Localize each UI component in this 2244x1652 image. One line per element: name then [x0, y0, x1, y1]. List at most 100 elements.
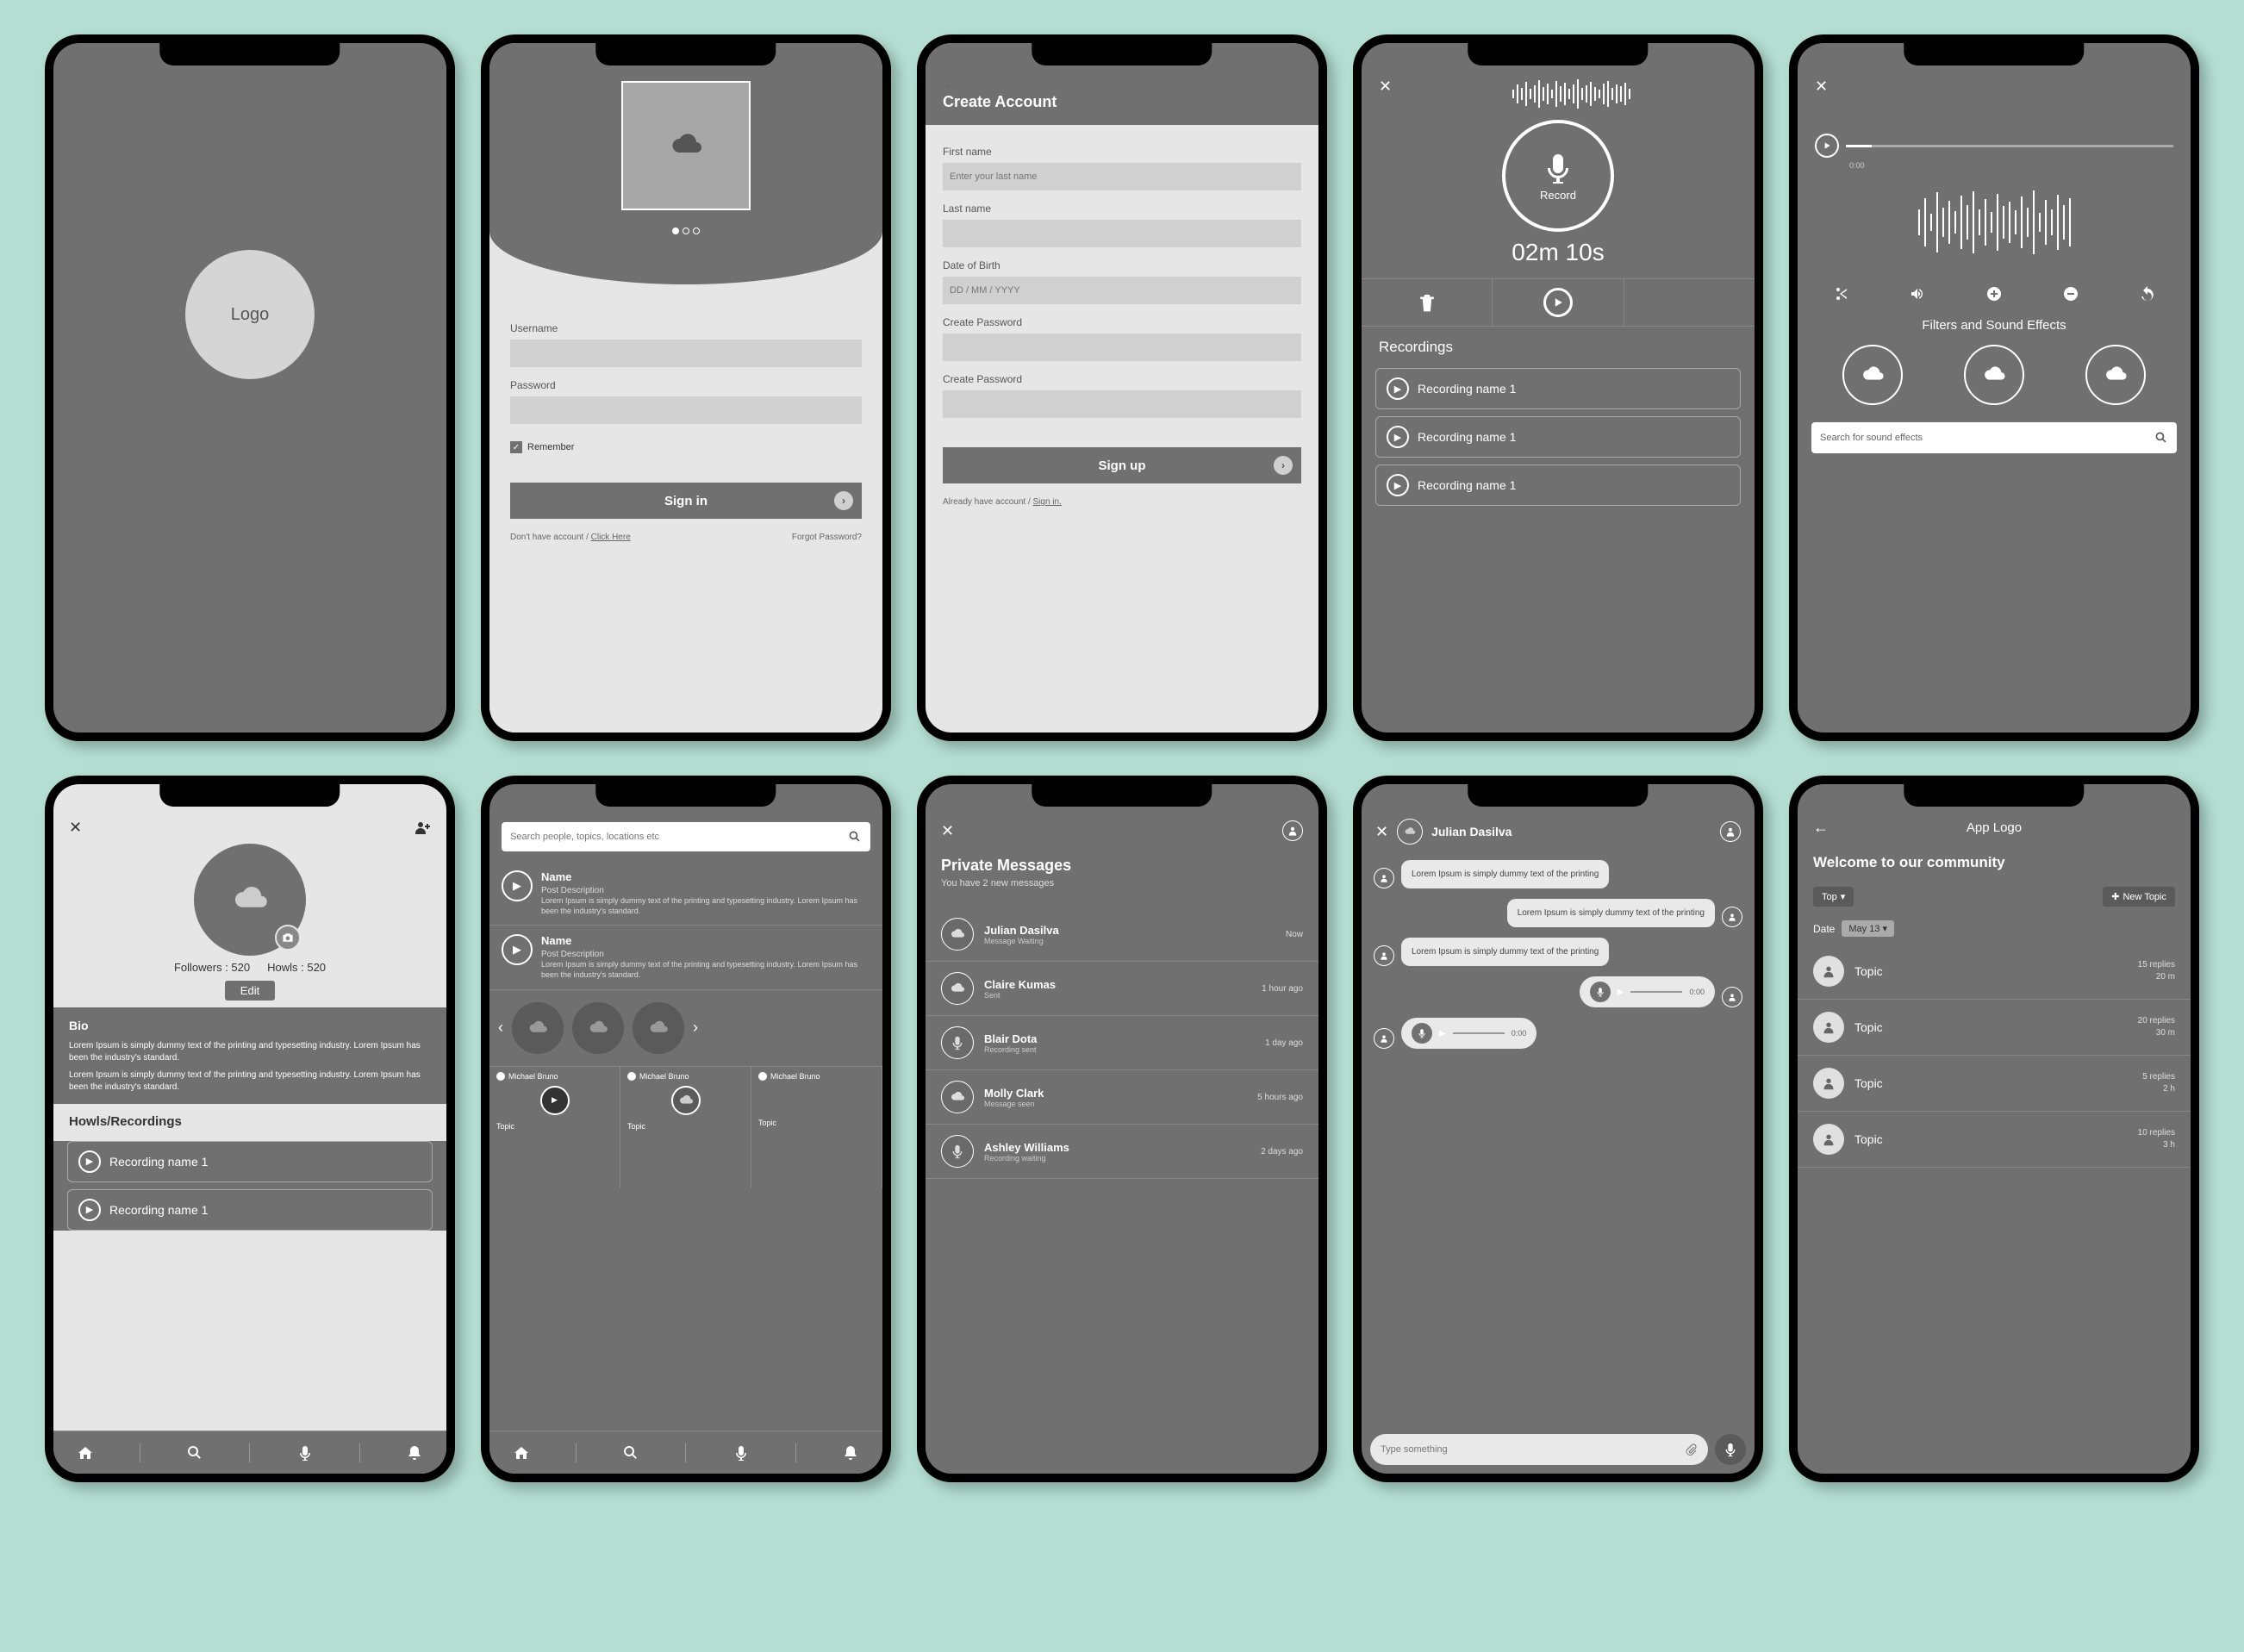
- nav-record[interactable]: [296, 1444, 314, 1462]
- add-user-button[interactable]: [414, 819, 431, 837]
- mini-card[interactable]: Michael Bruno Topic: [620, 1067, 751, 1188]
- message-bubble: Lorem Ipsum is simply dummy text of the …: [1401, 860, 1609, 888]
- nav-home[interactable]: [77, 1444, 94, 1462]
- profile-avatar[interactable]: [194, 844, 306, 956]
- add-button[interactable]: [1985, 285, 2003, 302]
- mini-card[interactable]: Michael Bruno Topic: [751, 1067, 882, 1188]
- scroll-left[interactable]: ‹: [498, 1019, 503, 1037]
- nav-home[interactable]: [513, 1444, 530, 1462]
- nav-notifications[interactable]: [406, 1444, 423, 1462]
- message-item[interactable]: Julian DasilvaMessage WaitingNow: [926, 907, 1318, 962]
- effects-search[interactable]: Search for sound effects: [1811, 422, 2177, 453]
- voice-message[interactable]: ▶ 0:00: [1401, 1018, 1537, 1049]
- scissors-icon: [1832, 285, 1849, 302]
- close-button[interactable]: ✕: [1815, 78, 2173, 96]
- firstname-input[interactable]: [943, 163, 1301, 190]
- topic-item[interactable]: Topic5 replies2 h: [1798, 1056, 2191, 1112]
- pw1-input[interactable]: [943, 334, 1301, 361]
- recording-item[interactable]: ▶Recording name 1: [1375, 464, 1741, 506]
- edit-profile-button[interactable]: Edit: [225, 981, 275, 1001]
- chat-name: Julian Dasilva: [1431, 825, 1512, 838]
- progress-bar[interactable]: [1798, 134, 2191, 158]
- delete-button[interactable]: [1362, 279, 1493, 326]
- nav-record[interactable]: [732, 1444, 750, 1462]
- back-button[interactable]: ←: [1813, 819, 1829, 837]
- password-input[interactable]: [510, 396, 862, 424]
- recording-name: Recording name 1: [109, 1203, 208, 1217]
- cloud-icon: [950, 981, 965, 996]
- message-name: Ashley Williams: [984, 1141, 1250, 1154]
- lastname-input[interactable]: [943, 220, 1301, 247]
- post-item[interactable]: ▶ NamePost DescriptionLorem Ipsum is sim…: [489, 862, 882, 926]
- profile-button[interactable]: [1720, 821, 1741, 842]
- undo-button[interactable]: [2139, 285, 2156, 302]
- waveform-editor[interactable]: [1815, 184, 2173, 261]
- dob-input[interactable]: [943, 277, 1301, 304]
- effect-option[interactable]: [2085, 345, 2146, 405]
- nav-search[interactable]: [186, 1444, 203, 1462]
- sort-dropdown[interactable]: Top ▾: [1813, 887, 1854, 907]
- topic-item[interactable]: Topic10 replies3 h: [1798, 1112, 2191, 1168]
- close-button[interactable]: ✕: [69, 819, 82, 837]
- mic-icon: [1541, 151, 1575, 185]
- search-icon: [186, 1444, 203, 1462]
- recording-item[interactable]: ▶Recording name 1: [1375, 416, 1741, 458]
- camera-button[interactable]: [275, 925, 301, 951]
- post-item[interactable]: ▶ NamePost DescriptionLorem Ipsum is sim…: [489, 926, 882, 989]
- nav-search[interactable]: [622, 1444, 639, 1462]
- play-button[interactable]: ▶: [502, 934, 533, 965]
- play-icon: ▶: [78, 1150, 101, 1173]
- play-button[interactable]: ▶: [502, 870, 533, 901]
- message-item[interactable]: Ashley WilliamsRecording waiting2 days a…: [926, 1125, 1318, 1179]
- story-item[interactable]: [512, 1002, 564, 1054]
- remember-checkbox[interactable]: ✓ Remember: [510, 441, 862, 453]
- remove-button[interactable]: [2062, 285, 2079, 302]
- play-button[interactable]: [1815, 134, 1839, 158]
- story-item[interactable]: [572, 1002, 624, 1054]
- cut-button[interactable]: [1832, 285, 1849, 302]
- signin-button[interactable]: Sign in ›: [510, 483, 862, 519]
- effect-option[interactable]: [1842, 345, 1903, 405]
- recording-item[interactable]: ▶Recording name 1: [1375, 368, 1741, 409]
- topic-item[interactable]: Topic15 replies20 m: [1798, 944, 2191, 1000]
- create-account-link[interactable]: Don't have account / Click Here: [510, 533, 631, 542]
- signup-button[interactable]: Sign up ›: [943, 447, 1301, 483]
- post-meta: Post Description: [541, 949, 870, 960]
- pw2-input[interactable]: [943, 390, 1301, 418]
- play-button[interactable]: [1493, 279, 1624, 326]
- message-item[interactable]: Claire KumasSent1 hour ago: [926, 962, 1318, 1016]
- effect-option[interactable]: [1964, 345, 2024, 405]
- nav-notifications[interactable]: [842, 1444, 859, 1462]
- back-button[interactable]: ←: [943, 78, 1301, 93]
- voice-message[interactable]: ▶ 0:00: [1580, 976, 1715, 1007]
- topic-avatar: [1813, 1012, 1844, 1043]
- signin-link[interactable]: Already have account / Sign in.: [943, 497, 1062, 507]
- username-input[interactable]: [510, 340, 862, 367]
- mini-card[interactable]: Michael Bruno ▶ Topic: [489, 1067, 620, 1188]
- date-picker[interactable]: May 13 ▾: [1842, 920, 1894, 937]
- record-button[interactable]: Record: [1502, 120, 1614, 232]
- recording-item[interactable]: ▶Recording name 1: [67, 1189, 433, 1231]
- story-item[interactable]: [633, 1002, 684, 1054]
- close-button[interactable]: ✕: [941, 822, 954, 840]
- send-voice-button[interactable]: [1715, 1434, 1746, 1465]
- volume-button[interactable]: [1909, 285, 1926, 302]
- close-button[interactable]: ✕: [1375, 823, 1388, 841]
- recording-item[interactable]: ▶ Recording name 1: [67, 1141, 433, 1182]
- search-input[interactable]: Search people, topics, locations etc: [502, 822, 870, 851]
- bio-heading: Bio: [69, 1018, 431, 1035]
- message-item[interactable]: Blair DotaRecording sent1 day ago: [926, 1016, 1318, 1070]
- carousel-dots[interactable]: [489, 224, 882, 237]
- chat-avatar[interactable]: [1397, 819, 1423, 845]
- scroll-right[interactable]: ›: [693, 1019, 698, 1037]
- recording-name: Recording name 1: [109, 1155, 208, 1169]
- chat-input[interactable]: Type something: [1370, 1434, 1708, 1465]
- topic-item[interactable]: Topic20 replies30 m: [1798, 1000, 2191, 1056]
- topic-age: 2 h: [2142, 1083, 2175, 1095]
- new-topic-button[interactable]: ✚ New Topic: [2103, 887, 2175, 907]
- attach-button[interactable]: [1684, 1443, 1698, 1456]
- profile-button[interactable]: [1282, 820, 1303, 841]
- forgot-password-link[interactable]: Forgot Password?: [792, 533, 862, 542]
- message-status: Recording sent: [984, 1045, 1255, 1054]
- message-item[interactable]: Molly ClarkMessage seen5 hours ago: [926, 1070, 1318, 1125]
